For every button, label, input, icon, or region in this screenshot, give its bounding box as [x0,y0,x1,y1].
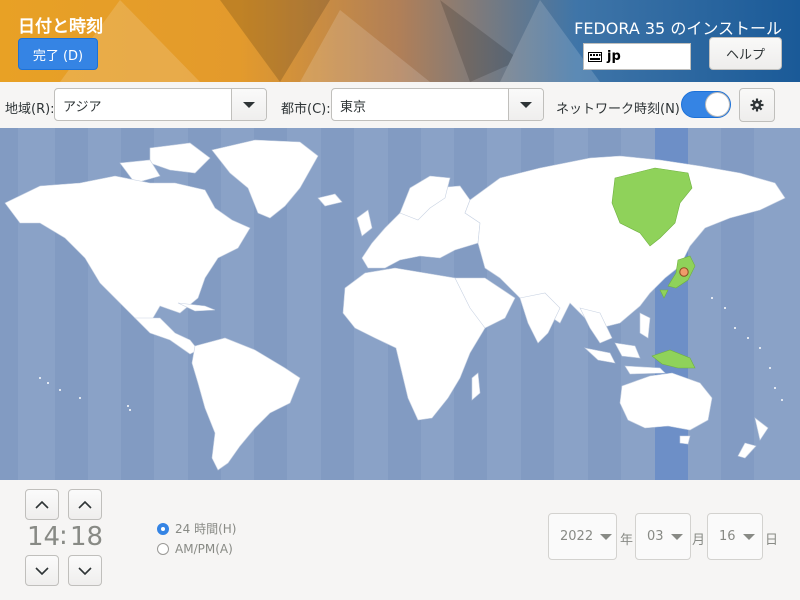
month-combo[interactable]: 03 [635,513,691,560]
world-map[interactable] [0,128,800,480]
done-button[interactable]: 完了 (D) [18,38,98,70]
keyboard-icon [588,51,602,62]
radio-ampm[interactable] [157,543,169,555]
hour-decrement-button[interactable] [25,555,59,586]
keyboard-layout-label: jp [607,49,621,64]
help-button[interactable]: ヘルプ [709,37,782,70]
minute-value[interactable]: 18 [70,522,103,552]
header-bar: 日付と時刻 完了 (D) FEDORA 35 のインストール jp ヘルプ [0,0,800,82]
year-combo[interactable]: 2022 [548,513,617,560]
city-label: 都市(C): [281,102,331,117]
day-unit: 日 [765,533,779,548]
region-value: アジア [63,100,102,115]
year-value: 2022 [560,529,594,544]
keyboard-layout-indicator[interactable]: jp [583,43,691,70]
format-ampm-label: AM/PM(A) [175,542,233,556]
switch-knob [705,92,730,117]
chevron-down-icon [600,533,613,540]
minute-decrement-button[interactable] [68,555,102,586]
format-ampm-option[interactable]: AM/PM(A) [157,542,233,556]
radio-24h[interactable] [157,522,169,535]
city-dropdown-button[interactable] [508,89,543,120]
timezone-map[interactable] [0,128,800,480]
product-title: FEDORA 35 のインストール [574,19,782,38]
chevron-down-icon [78,566,92,575]
chevron-down-icon [742,533,755,540]
network-time-label: ネットワーク時刻(N) [556,102,680,117]
network-time-switch[interactable] [681,91,731,118]
time-separator: : [59,521,68,551]
chevron-down-icon [243,101,255,108]
format-24h-option[interactable]: 24 時間(H) [157,520,236,537]
date-time-panel: 14 : 18 24 時間(H) AM/PM(A) 2022 年 03 月 16… [0,480,800,600]
chevron-down-icon [35,566,49,575]
day-value: 16 [719,529,736,544]
region-combo[interactable]: アジア [54,88,267,121]
selected-city-marker [679,267,689,277]
hour-increment-button[interactable] [25,489,59,520]
city-value: 東京 [340,100,367,115]
page-title: 日付と時刻 [18,17,103,37]
year-unit: 年 [620,533,634,548]
city-combo[interactable]: 東京 [331,88,544,121]
region-dropdown-button[interactable] [231,89,266,120]
minute-increment-button[interactable] [68,489,102,520]
day-combo[interactable]: 16 [707,513,763,560]
month-unit: 月 [692,533,706,548]
chevron-up-icon [78,500,92,509]
month-value: 03 [647,529,664,544]
format-24h-label: 24 時間(H) [175,522,237,536]
region-label: 地域(R): [5,102,55,117]
chevron-up-icon [35,500,49,509]
chevron-down-icon [670,533,683,540]
ntp-settings-button[interactable] [739,88,775,122]
hour-value[interactable]: 14 [27,522,60,552]
timezone-toolbar: 地域(R): アジア 都市(C): 東京 ネットワーク時刻(N) [0,82,800,128]
gear-icon [750,98,764,112]
chevron-down-icon [520,101,532,108]
